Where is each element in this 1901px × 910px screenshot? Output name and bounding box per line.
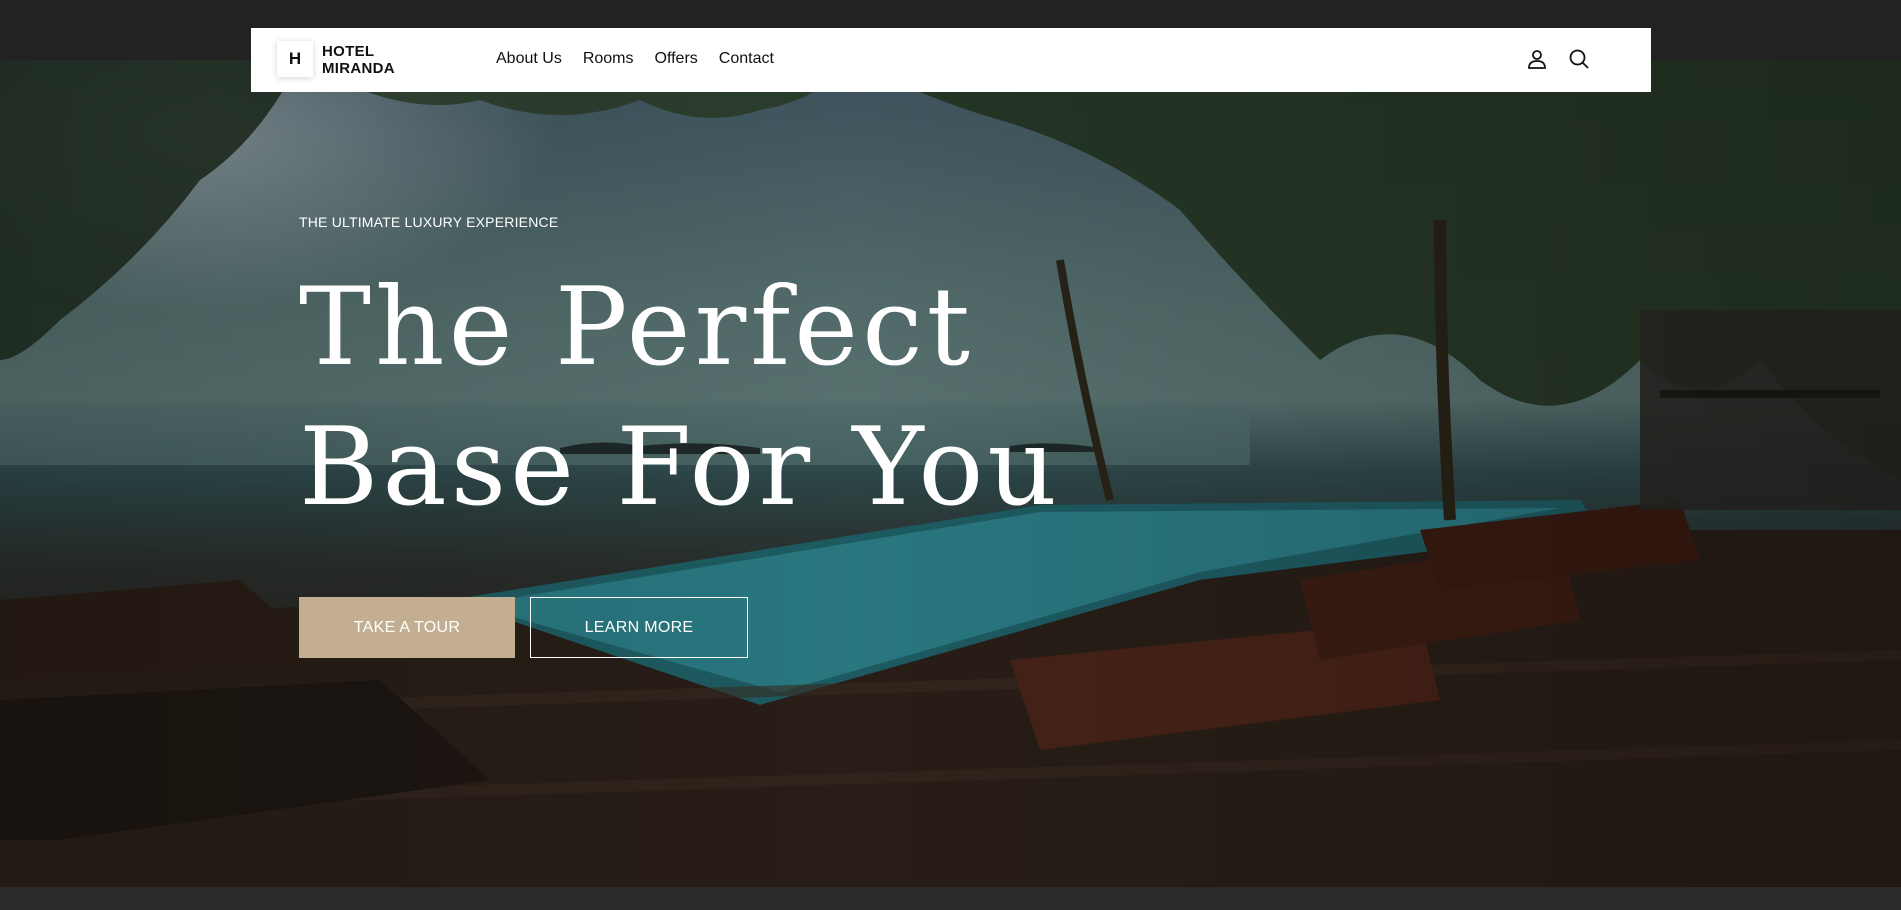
hero-section: THE ULTIMATE LUXURY EXPERIENCE The Perfe… xyxy=(0,60,1901,887)
nav-item-offers[interactable]: Offers xyxy=(655,50,698,68)
logo-line2: MIRANDA xyxy=(322,60,395,77)
navbar: H HOTEL MIRANDA About Us Rooms Offers Co… xyxy=(251,28,1651,92)
logo-mark[interactable]: H xyxy=(277,41,313,77)
learn-more-button[interactable]: LEARN MORE xyxy=(530,597,748,658)
hero-eyebrow: THE ULTIMATE LUXURY EXPERIENCE xyxy=(299,214,559,230)
main-nav: About Us Rooms Offers Contact xyxy=(496,50,795,68)
hero-headline-line1: The Perfect xyxy=(299,265,974,390)
bottom-band xyxy=(0,887,1901,910)
nav-icons xyxy=(1525,47,1591,71)
logo-text[interactable]: HOTEL MIRANDA xyxy=(322,43,432,77)
take-a-tour-button[interactable]: TAKE A TOUR xyxy=(299,597,515,658)
search-icon[interactable] xyxy=(1567,47,1591,71)
nav-item-about-us[interactable]: About Us xyxy=(496,50,562,68)
nav-item-rooms[interactable]: Rooms xyxy=(583,50,634,68)
hero-headline-line2: Base For You xyxy=(299,405,1061,530)
user-icon[interactable] xyxy=(1525,47,1549,71)
logo-line1: HOTEL xyxy=(322,43,375,60)
hero-headline: The Perfect Base For You xyxy=(299,258,1059,538)
nav-item-contact[interactable]: Contact xyxy=(719,50,774,68)
